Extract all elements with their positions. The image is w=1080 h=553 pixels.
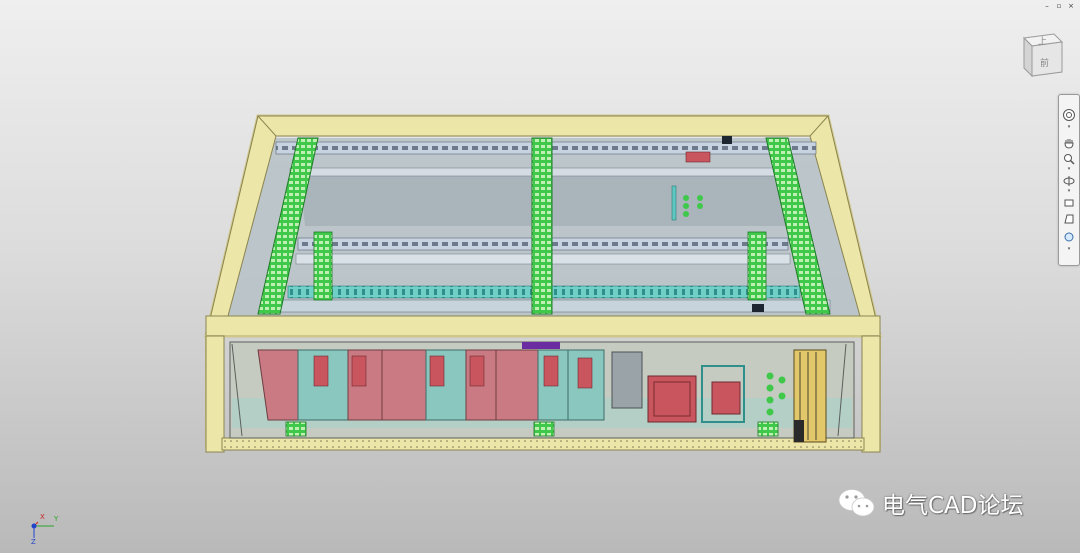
front-right-post [861,335,881,453]
back-component-red [685,151,711,163]
navigation-bar: ▾ ▾ ▾ ▾ [1058,94,1080,266]
viewcube-front-label[interactable]: 前 [1040,56,1049,69]
watermark-text: 电气CAD论坛 [882,493,1024,519]
axis-triad: Y X Z [24,512,64,548]
steering-wheel-icon[interactable] [1062,109,1076,121]
bottom-left-rail [285,421,307,437]
top-frame-fill-front [205,315,881,337]
cabinet-3d-model[interactable] [0,0,1080,553]
right-short-rail [747,231,767,301]
front-left-post [205,335,225,453]
top-right-marker [722,136,732,144]
watermark: 电气CAD论坛 [836,485,1024,521]
bottom-right-rail [757,421,779,437]
front-right-marker [752,304,764,312]
plc-modules [257,349,605,421]
orbit-icon[interactable] [1062,175,1076,187]
top-frame-fill-back [257,115,829,137]
cable-dark [794,420,804,442]
left-short-rail [313,231,333,301]
axis-x-label: X [40,513,45,521]
look-at-icon[interactable] [1062,197,1076,209]
zoom-icon[interactable] [1062,153,1076,165]
chevron-down-icon[interactable]: ▾ [1066,125,1072,130]
pan-icon[interactable] [1062,137,1076,149]
bottom-center-rail [533,421,555,437]
wechat-icon [838,489,875,517]
chevron-down-icon[interactable]: ▾ [1066,167,1072,172]
perspective-icon[interactable] [1062,213,1076,225]
center-green-rail [531,137,553,315]
chevron-down-icon[interactable]: ▾ [1066,189,1072,194]
viewcube-top-label[interactable]: 上 [1038,34,1047,47]
red-meter-small [711,381,741,415]
front-bottom-bar [221,437,865,451]
3d-viewport[interactable]: – ▫ × 上 前 ▾ ▾ ▾ ▾ Y X Z 电气CAD论坛 [0,0,1080,553]
axis-z-label: Z [31,538,36,546]
chevron-down-icon[interactable]: ▾ [1066,247,1072,252]
axis-y-label: Y [54,515,59,523]
red-meter-large [647,375,697,423]
grey-device [611,351,643,409]
back-terminal-strip [671,185,677,221]
orbit-free-icon[interactable] [1062,231,1076,243]
purple-label [522,342,560,349]
viewcube-icon[interactable]: 上 前 [1018,28,1066,80]
